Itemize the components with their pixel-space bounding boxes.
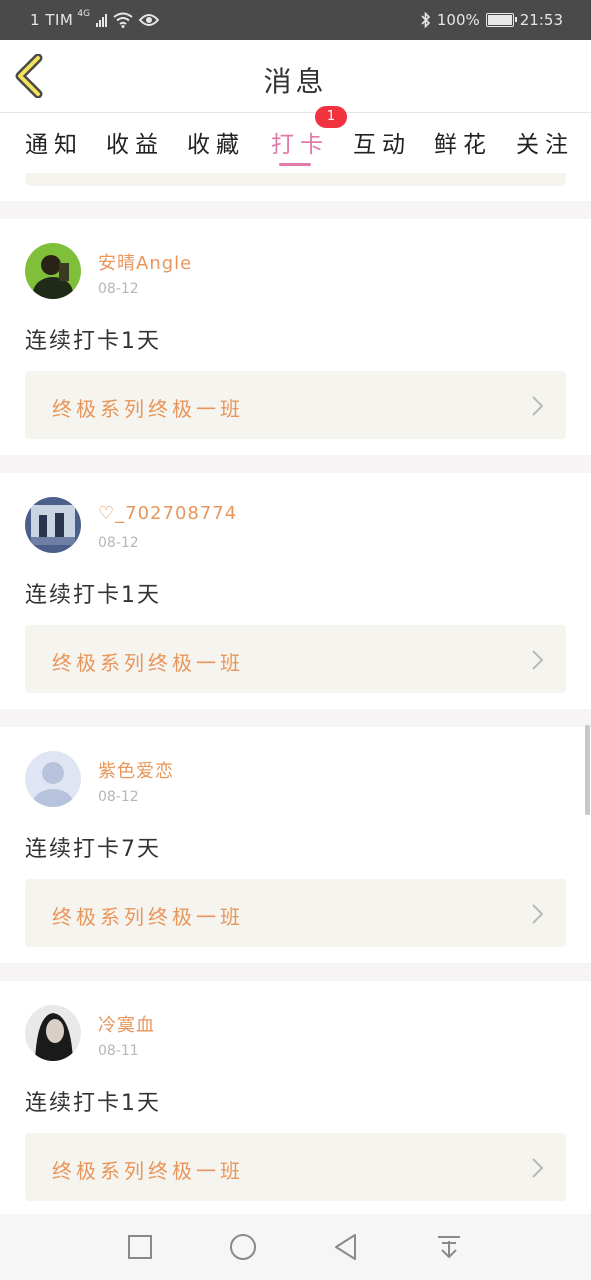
post-date: 08-11 (98, 1043, 139, 1059)
bluetooth-icon (421, 12, 431, 28)
post-date: 08-12 (98, 535, 139, 551)
avatar[interactable] (25, 243, 81, 299)
eye-icon (139, 14, 160, 26)
scrollbar[interactable] (585, 725, 590, 815)
avatar[interactable] (25, 751, 81, 807)
checkin-card: 冷寞血 08-11 连续打卡1天 终极系列终极一班 (0, 981, 591, 1217)
user-name[interactable]: 安晴Angle (98, 249, 192, 275)
chevron-right-icon (532, 650, 544, 670)
clock: 21:53 (519, 11, 563, 29)
chevron-right-icon (532, 1158, 544, 1178)
course-link[interactable]: 终极系列终极一班 (25, 625, 566, 693)
checkin-text: 连续打卡1天 (25, 583, 161, 608)
tab-favorites[interactable]: 收藏 (187, 125, 245, 159)
avatar[interactable] (25, 1005, 81, 1061)
course-link[interactable]: 终极系列终极一班 (25, 371, 566, 439)
checkin-text: 连续打卡1天 (25, 329, 161, 354)
user-name[interactable]: ♡_702708774 (98, 503, 237, 524)
course-link[interactable]: 终极系列终极一班 (25, 1133, 566, 1201)
network-type: 4G (77, 9, 91, 19)
avatar[interactable] (25, 497, 81, 553)
tab-flowers[interactable]: 鲜花 (434, 125, 492, 159)
active-tab-indicator (279, 163, 311, 166)
post-date: 08-12 (98, 281, 139, 297)
message-tabs: 通知 收益 收藏 打卡 互动 鲜花 关注 1 (0, 106, 591, 173)
square-icon[interactable] (125, 1232, 155, 1262)
course-link[interactable]: 终极系列终极一班 (25, 879, 566, 947)
battery-icon (485, 13, 517, 27)
battery-percent: 100% (436, 11, 480, 29)
tab-badge: 1 (315, 106, 347, 128)
chevron-right-icon (532, 396, 544, 416)
wifi-icon (113, 12, 133, 28)
signal-icon (96, 13, 108, 27)
tab-earnings[interactable]: 收益 (106, 125, 164, 159)
page-title: 消息 (263, 65, 328, 98)
triangle-back-icon[interactable] (331, 1232, 361, 1262)
partial-course-box (25, 173, 566, 186)
system-nav-bar (0, 1214, 591, 1280)
checkin-card: 紫色爱恋 08-12 连续打卡7天 终极系列终极一班 (0, 727, 591, 963)
circle-icon[interactable] (228, 1232, 258, 1262)
checkin-card: 安晴Angle 08-12 连续打卡1天 终极系列终极一班 (0, 219, 591, 455)
status-bar: 1 TIM 4G 100% 21:53 (0, 0, 591, 40)
checkin-text: 连续打卡1天 (25, 1091, 161, 1116)
tab-interaction[interactable]: 互动 (353, 125, 411, 159)
tab-follow[interactable]: 关注 (516, 125, 574, 159)
user-name[interactable]: 冷寞血 (98, 1011, 155, 1037)
post-date: 08-12 (98, 789, 139, 805)
checkin-text: 连续打卡7天 (25, 837, 161, 862)
app-header: 消息 (0, 40, 591, 113)
course-title: 终极系列终极一班 (52, 651, 244, 675)
partial-card (0, 173, 591, 201)
course-title: 终极系列终极一班 (52, 397, 244, 421)
tab-notify[interactable]: 通知 (25, 125, 83, 159)
carrier-label: 1 TIM (30, 11, 74, 29)
download-icon[interactable] (434, 1232, 464, 1262)
course-title: 终极系列终极一班 (52, 1159, 244, 1183)
checkin-card: ♡_702708774 08-12 连续打卡1天 终极系列终极一班 (0, 473, 591, 709)
chevron-right-icon (532, 904, 544, 924)
tab-checkin[interactable]: 打卡 (271, 125, 329, 159)
user-name[interactable]: 紫色爱恋 (98, 757, 174, 783)
course-title: 终极系列终极一班 (52, 905, 244, 929)
